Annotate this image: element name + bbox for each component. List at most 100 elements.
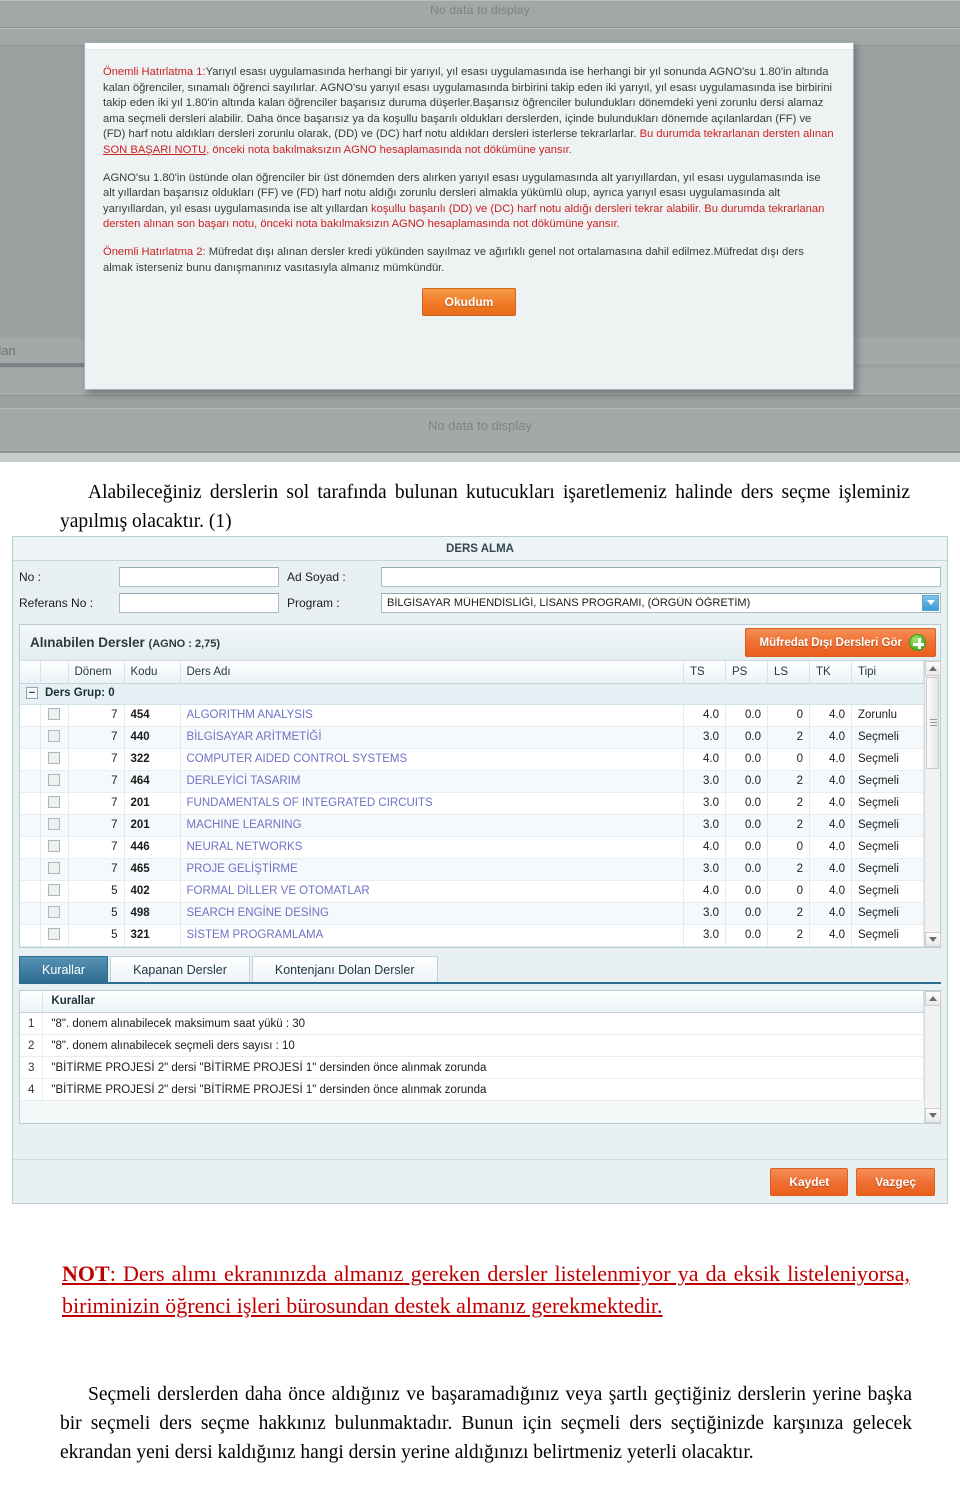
- tab-kurallar[interactable]: Kurallar: [19, 955, 109, 982]
- table-row[interactable]: 7 440 BİLGİSAYAR ARİTMETİĞİ 3.0 0.0 2 4.0 Seçme…: [20, 726, 940, 749]
- reminder1-tail: , önceki nota bakılmaksızın AGNO hesapla…: [206, 143, 572, 156]
- tab-kontenjani-dolan-dersler[interactable]: Kontenjanı Dolan Dersler: [251, 955, 438, 982]
- no-input[interactable]: [119, 566, 279, 587]
- rules-scroll-up-arrow-icon[interactable]: [925, 990, 941, 1006]
- course-checkbox[interactable]: [48, 729, 60, 742]
- cell-ders-adi[interactable]: DERLEYİCİ TASARIM: [180, 770, 684, 793]
- course-checkbox[interactable]: [48, 905, 60, 918]
- tab-kapanan-dersler[interactable]: Kapanan Dersler: [110, 955, 250, 982]
- cell-ts: 4.0: [683, 880, 726, 903]
- cell-tipi: Seçmeli: [851, 770, 924, 793]
- bottom-tabbar: Kurallar Kapanan Dersler Kontenjanı Dolan …: [19, 955, 941, 984]
- referans-no-label: Referans No :: [19, 595, 94, 610]
- cell-ders-adi[interactable]: NEURAL NETWORKS: [180, 836, 684, 859]
- scroll-up-arrow-icon[interactable]: [925, 661, 941, 676]
- cell-ls: 0: [767, 836, 810, 859]
- row-checkbox-cell[interactable]: [40, 902, 69, 925]
- rule-row[interactable]: 4 "BİTİRME PROJESİ 2" dersi "BİTİRME PROJ…: [20, 1078, 940, 1101]
- cell-ders-adi[interactable]: FUNDAMENTALS OF INTEGRATED CIRCUITS: [180, 792, 684, 815]
- course-link: NEURAL NETWORKS: [186, 841, 303, 853]
- course-checkbox[interactable]: [48, 927, 60, 940]
- scrollbar-thumb[interactable]: [926, 677, 939, 769]
- row-checkbox-cell[interactable]: [40, 924, 69, 947]
- row-indent: [20, 748, 41, 771]
- okudum-button[interactable]: Okudum: [421, 288, 517, 317]
- row-checkbox-cell[interactable]: [40, 704, 69, 727]
- course-link: COMPUTER AIDED CONTROL SYSTEMS: [186, 753, 408, 765]
- kaydet-button[interactable]: Kaydet: [770, 1167, 849, 1196]
- cell-tk: 4.0: [809, 748, 852, 771]
- rules-scroll-down-arrow-icon[interactable]: [925, 1108, 941, 1123]
- course-checkbox[interactable]: [48, 839, 60, 852]
- row-checkbox-cell[interactable]: [40, 858, 69, 881]
- cell-ts: 3.0: [683, 770, 726, 793]
- course-checkbox[interactable]: [48, 751, 60, 764]
- course-link: SEARCH ENGİNE DESİNG: [186, 907, 330, 919]
- row-checkbox-cell[interactable]: [40, 726, 69, 749]
- table-row[interactable]: 5 402 FORMAL DİLLER VE OTOMATLAR 4.0 0.0 0 4.0…: [20, 880, 940, 903]
- courses-vertical-scrollbar[interactable]: [924, 661, 941, 947]
- vazgec-button[interactable]: Vazgeç: [856, 1167, 935, 1196]
- row-checkbox-cell[interactable]: [40, 792, 69, 815]
- no-label: No :: [19, 569, 42, 584]
- row-checkbox-cell[interactable]: [40, 836, 69, 859]
- reminder2-heading: Önemli Hatırlatma 2:: [103, 245, 206, 258]
- cell-ders-adi[interactable]: FORMAL DİLLER VE OTOMATLAR: [180, 880, 684, 903]
- cell-ders-adi[interactable]: ALGORITHM ANALYSIS: [180, 704, 684, 727]
- row-checkbox-cell[interactable]: [40, 880, 69, 903]
- course-checkbox[interactable]: [48, 795, 60, 808]
- rule-row[interactable]: 2 "8". donem alınabilecek seçmeli ders sa…: [20, 1034, 940, 1057]
- cell-ders-adi[interactable]: BİLGİSAYAR ARİTMETİĞİ: [180, 726, 684, 749]
- cell-kodu: 464: [124, 770, 181, 793]
- cell-ders-adi[interactable]: COMPUTER AIDED CONTROL SYSTEMS: [180, 748, 684, 771]
- cell-tipi: Seçmeli: [851, 880, 924, 903]
- course-group-row[interactable]: − Ders Grup: 0: [20, 683, 940, 705]
- cell-ps: 0.0: [725, 770, 768, 793]
- cell-kodu: 322: [124, 748, 181, 771]
- rule-row[interactable]: 3 "BİTİRME PROJESİ 2" dersi "BİTİRME PROJ…: [20, 1056, 940, 1079]
- course-checkbox[interactable]: [48, 817, 60, 830]
- rules-body: 1 "8". donem alınabilecek maksimum saat y…: [20, 1012, 940, 1101]
- no-data-label-top: No data to display: [430, 3, 530, 17]
- mufredat-disi-dersleri-gor-button[interactable]: Müfredat Dışı Dersleri Gör: [745, 628, 936, 657]
- panel-title: DERS ALMA: [13, 537, 947, 561]
- table-row[interactable]: 7 446 NEURAL NETWORKS 4.0 0.0 0 4.0 Seçmeli: [20, 836, 940, 859]
- referans-no-input[interactable]: [119, 592, 279, 613]
- ad-soyad-input[interactable]: [381, 566, 941, 587]
- row-indent: [20, 858, 41, 881]
- cell-tipi: Seçmeli: [851, 726, 924, 749]
- chevron-down-icon[interactable]: [922, 594, 939, 611]
- modal-paragraph-2: AGNO'su 1.80'in üstünde olan öğrenciler …: [103, 171, 835, 233]
- table-row[interactable]: 7 201 FUNDAMENTALS OF INTEGRATED CIRCUITS 3…: [20, 792, 940, 815]
- table-row[interactable]: 5 498 SEARCH ENGİNE DESİNG 3.0 0.0 2 4.0 Seçmel…: [20, 902, 940, 925]
- cell-ders-adi[interactable]: MACHINE LEARNING: [180, 814, 684, 837]
- table-row[interactable]: 7 464 DERLEYİCİ TASARIM 3.0 0.0 2 4.0 Seçmeli: [20, 770, 940, 793]
- cell-donem: 5: [68, 880, 125, 903]
- course-checkbox[interactable]: [48, 773, 60, 786]
- course-checkbox[interactable]: [48, 861, 60, 874]
- program-select[interactable]: BİLGİSAYAR MÜHENDİSLİĞİ, LİSANS PROGRAMI…: [381, 592, 941, 613]
- reminder2-text: Müfredat dışı alınan dersler kredi yükün…: [103, 245, 804, 274]
- scroll-down-arrow-icon[interactable]: [925, 931, 941, 947]
- row-indent: [20, 726, 41, 749]
- course-checkbox[interactable]: [48, 883, 60, 896]
- agno-value: (AGNO : 2,75): [148, 638, 221, 650]
- program-label: Program :: [287, 595, 340, 610]
- row-checkbox-cell[interactable]: [40, 748, 69, 771]
- cell-ders-adi[interactable]: SEARCH ENGİNE DESİNG: [180, 902, 684, 925]
- row-checkbox-cell[interactable]: [40, 770, 69, 793]
- row-checkbox-cell[interactable]: [40, 814, 69, 837]
- table-row[interactable]: 7 201 MACHINE LEARNING 3.0 0.0 2 4.0 Seçmeli: [20, 814, 940, 837]
- rules-vertical-scrollbar[interactable]: [924, 990, 941, 1123]
- table-row[interactable]: 5 321 SİSTEM PROGRAMLAMA 3.0 0.0 2 4.0 Seçmeli: [20, 924, 940, 947]
- table-row[interactable]: 7 465 PROJE GELİŞTİRME 3.0 0.0 2 4.0 Seçmeli: [20, 858, 940, 881]
- collapse-icon[interactable]: −: [26, 687, 38, 700]
- cell-donem: 7: [68, 858, 125, 881]
- ghost-tab-kontenjani-dolan[interactable]: njanı Dolan: [0, 340, 26, 362]
- table-row[interactable]: 7 454 ALGORITHM ANALYSIS 4.0 0.0 0 4.0 Zorunlu: [20, 704, 940, 727]
- cell-ders-adi[interactable]: PROJE GELİŞTİRME: [180, 858, 684, 881]
- rule-row[interactable]: 1 "8". donem alınabilecek maksimum saat y…: [20, 1012, 940, 1035]
- cell-ders-adi[interactable]: SİSTEM PROGRAMLAMA: [180, 924, 684, 947]
- course-checkbox[interactable]: [48, 707, 60, 720]
- table-row[interactable]: 7 322 COMPUTER AIDED CONTROL SYSTEMS 4.0 0.0…: [20, 748, 940, 771]
